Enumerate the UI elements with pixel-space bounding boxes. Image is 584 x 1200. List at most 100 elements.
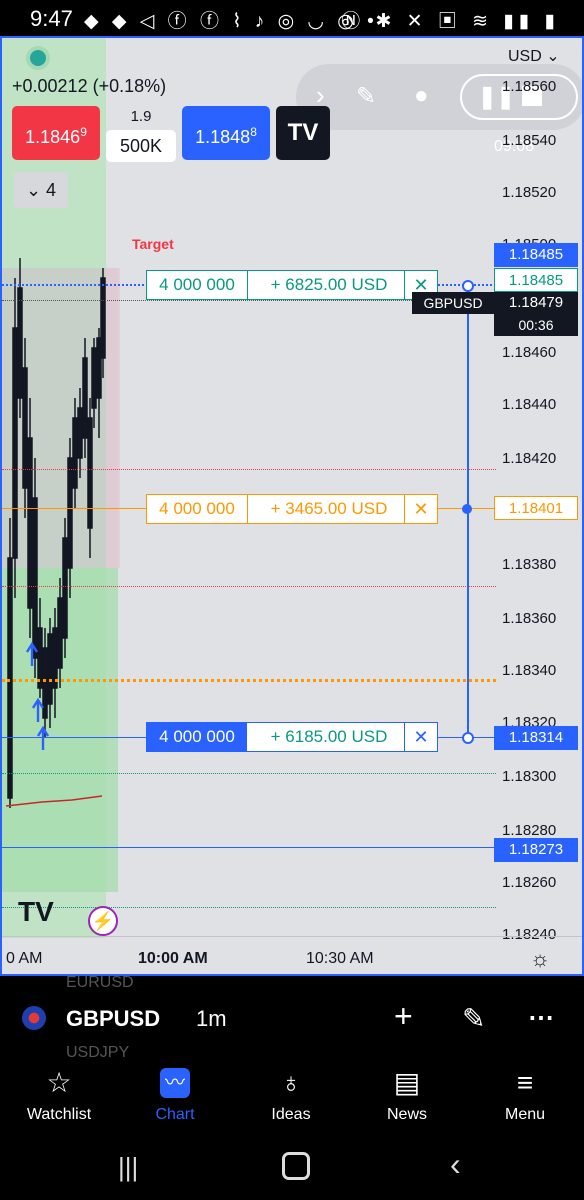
chevron-down-icon: ⌄	[25, 180, 42, 200]
level-line-green	[2, 773, 496, 774]
price-tag-stop: 1.18314	[494, 726, 578, 750]
system-navigation: ||| ‹	[0, 1140, 584, 1200]
price-tick: 1.18360	[502, 610, 557, 627]
tradingview-watermark-icon: TV	[18, 896, 54, 927]
level-line-orange	[2, 679, 496, 682]
settings-icon[interactable]: ☼	[530, 946, 550, 972]
buy-price: 1.1848	[195, 127, 251, 147]
buy-price-pip: 8	[250, 125, 257, 139]
sell-price-pip: 9	[80, 125, 87, 139]
nav-ideas[interactable]: ♁ Ideas	[236, 1060, 346, 1140]
current-price: 1.18479	[508, 294, 564, 311]
lightbulb-icon: ♁	[280, 1067, 302, 1098]
star-icon: ☆	[46, 1067, 72, 1098]
plus-icon[interactable]: +	[394, 998, 413, 1035]
time-label: 0 AM	[6, 950, 43, 967]
chart-icon: 〰	[160, 1068, 190, 1098]
flash-icon[interactable]: ⚡	[88, 906, 118, 936]
take-profit-order[interactable]: 4 000 000 + 6825.00 USD ✕	[146, 270, 438, 300]
close-icon[interactable]: ✕	[404, 723, 437, 751]
pencil-icon[interactable]: ✎	[356, 82, 376, 111]
price-tag-blue: 1.18485	[494, 243, 578, 267]
quantity-field[interactable]: 500K	[106, 130, 176, 162]
indicators-toggle[interactable]: ⌄ 4	[14, 172, 68, 208]
system-icons: Ⓝ ✱ ✕ ▣ ≋ ▮▮ ▮	[341, 11, 560, 32]
time-axis	[2, 936, 582, 974]
position-quantity: 4 000 000	[147, 495, 248, 523]
time-label: 10:00 AM	[138, 950, 208, 967]
user-icon[interactable]: ●	[414, 82, 429, 110]
drawing-pen-icon[interactable]: ✎	[462, 1002, 485, 1035]
price-tag-orange: 1.18401	[494, 496, 578, 520]
connector-dot-top[interactable]	[462, 280, 474, 292]
nav-news[interactable]: ▤ News	[352, 1060, 462, 1140]
nav-chart[interactable]: 〰 Chart	[120, 1060, 230, 1140]
price-tick: 1.18300	[502, 768, 557, 785]
price-tick: 1.18520	[502, 184, 557, 201]
close-icon[interactable]: ✕	[404, 495, 437, 523]
level-line-green2	[2, 907, 496, 908]
bottom-navigation: ☆ Watchlist 〰 Chart ♁ Ideas ▤ News ≡ Men…	[0, 1060, 584, 1140]
tp-quantity: 4 000 000	[147, 271, 248, 299]
ghost-symbol-above: EURUSD	[66, 974, 134, 991]
symbol-name[interactable]: GBPUSD	[66, 1006, 160, 1032]
news-icon: ▤	[393, 1067, 421, 1098]
nav-label: Menu	[504, 1106, 546, 1123]
nav-label: Ideas	[271, 1106, 311, 1123]
currency-selector[interactable]: USD ⌄	[508, 46, 560, 66]
low-line	[2, 847, 496, 848]
sell-price: 1.1846	[25, 127, 81, 147]
price-change: +0.00212 (+0.18%)	[12, 76, 167, 96]
indicators-count: 4	[46, 180, 57, 200]
flag-icon	[22, 1006, 46, 1030]
level-line-red1	[2, 469, 496, 470]
nav-label: Watchlist	[26, 1106, 92, 1123]
back-icon[interactable]: ‹	[450, 1146, 461, 1183]
recent-apps-icon[interactable]: |||	[118, 1152, 138, 1183]
spread: 1.9	[130, 108, 152, 125]
interval-selector[interactable]: 1m	[196, 1006, 227, 1032]
price-tick: 1.18420	[502, 450, 557, 467]
sell-button[interactable]: 1.18469	[12, 106, 100, 160]
more-icon[interactable]: ⋯	[528, 1002, 554, 1033]
symbol-tag: GBPUSD	[412, 292, 494, 314]
price-tag-green: 1.18485	[494, 268, 578, 292]
position-order[interactable]: 4 000 000 + 3465.00 USD ✕	[146, 494, 438, 524]
connector-dot-bottom[interactable]	[462, 732, 474, 744]
status-bar: 9:47 ◆ ◆ ◁ ⓕ ⓕ ⌇ ♪ ◎ ◡ ◎ • Ⓝ ✱ ✕ ▣ ≋ ▮▮ …	[0, 0, 584, 36]
level-line-red2	[2, 586, 496, 587]
home-icon[interactable]	[282, 1152, 310, 1180]
tradingview-logo-button[interactable]: TV	[276, 106, 330, 160]
price-tick: 1.18540	[502, 132, 557, 149]
candle-countdown: 00:36	[518, 317, 554, 333]
connector-dot-mid[interactable]	[462, 504, 472, 514]
nav-menu[interactable]: ≡ Menu	[470, 1060, 580, 1140]
symbol-status-dot	[30, 50, 46, 66]
current-price-tag: 1.18479 00:36	[494, 292, 578, 336]
currency-label: USD	[508, 48, 542, 65]
price-tick: 1.18440	[502, 396, 557, 413]
price-tick: 1.18460	[502, 344, 557, 361]
sl-pnl: + 6185.00 USD	[270, 727, 388, 746]
price-tag-low: 1.18273	[494, 838, 578, 862]
notification-icons: ◆ ◆ ◁ ⓕ ⓕ ⌇ ♪ ◎ ◡ ◎ •	[84, 11, 378, 32]
time-label: 10:30 AM	[306, 950, 374, 967]
price-tick: 1.18280	[502, 822, 557, 839]
nav-label: News	[386, 1106, 427, 1123]
chart-panel[interactable]: +0.00212 (+0.18%) › ✎ ● ❚❚ 09:08 1.18469…	[0, 36, 584, 976]
buy-button[interactable]: 1.18488	[182, 106, 270, 160]
nav-watchlist[interactable]: ☆ Watchlist	[4, 1060, 114, 1140]
stop-loss-order[interactable]: 4 000 000 + 6185.00 USD ✕	[146, 722, 438, 752]
clock: 9:47	[30, 6, 73, 31]
price-tick: 1.18560	[502, 78, 557, 95]
target-label: Target	[132, 236, 174, 252]
menu-icon: ≡	[516, 1067, 534, 1098]
price-tick: 1.18380	[502, 556, 557, 573]
price-tick: 1.18260	[502, 874, 557, 891]
symbol-bar: EURUSD GBPUSD 1m + ✎ ⋯ USDJPY	[0, 974, 584, 1061]
price-tick: 1.18340	[502, 662, 557, 679]
sl-quantity: 4 000 000	[147, 723, 247, 751]
tp-pnl: + 6825.00 USD	[270, 275, 388, 294]
position-pnl: + 3465.00 USD	[270, 499, 388, 518]
nav-label: Chart	[155, 1106, 195, 1123]
